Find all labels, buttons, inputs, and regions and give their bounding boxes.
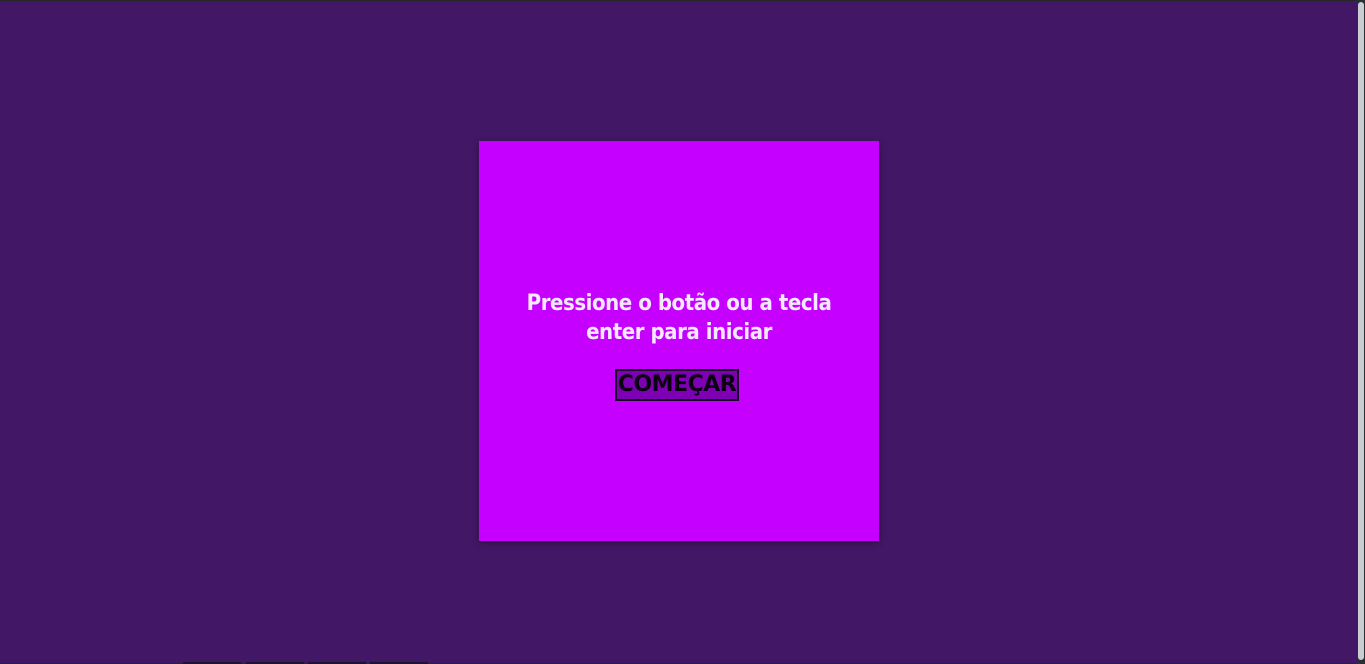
game-screen: Pressione o botão ou a tecla enter para …	[479, 141, 879, 541]
page-viewport: Pressione o botão ou a tecla enter para …	[0, 1, 1357, 663]
vertical-scrollbar[interactable]	[1357, 0, 1365, 664]
start-instructions: Pressione o botão ou a tecla enter para …	[526, 291, 832, 345]
scrollbar-thumb[interactable]	[1358, 2, 1364, 660]
start-button[interactable]: COMEÇAR	[615, 369, 739, 401]
